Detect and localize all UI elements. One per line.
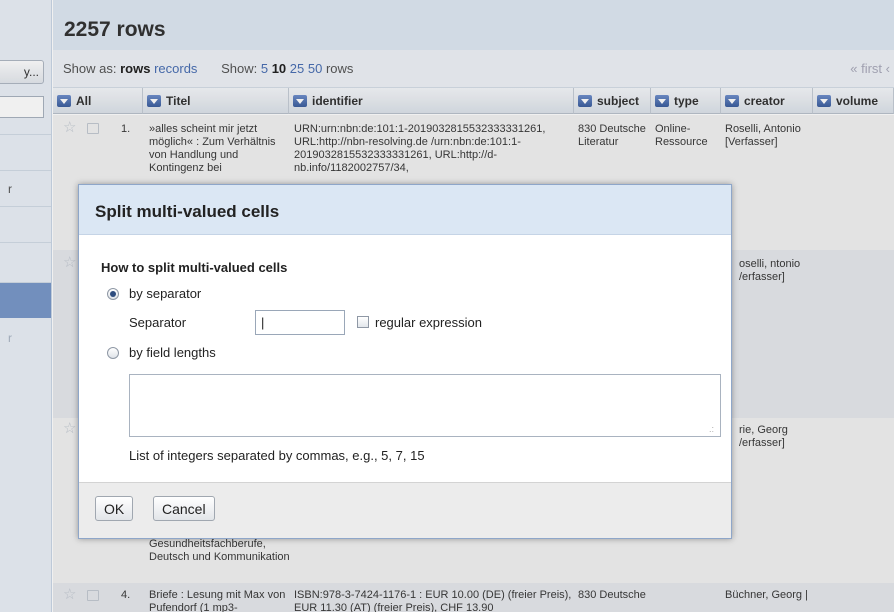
regex-checkbox[interactable]: [357, 316, 369, 328]
separator-label: Separator: [129, 315, 187, 330]
dialog-title: Split multi-valued cells: [79, 185, 731, 235]
by-separator-label: by separator: [129, 286, 202, 301]
cancel-button[interactable]: Cancel: [153, 496, 215, 521]
dialog-body: How to split multi-valued cells by separ…: [79, 236, 731, 482]
by-lengths-label: by field lengths: [129, 345, 216, 360]
split-cells-dialog: Split multi-valued cells How to split mu…: [78, 184, 732, 539]
separator-input[interactable]: [255, 310, 345, 335]
by-separator-radio[interactable]: [107, 288, 119, 300]
field-lengths-textarea[interactable]: [129, 374, 721, 437]
dialog-subtitle: How to split multi-valued cells: [101, 260, 288, 275]
lengths-hint: List of integers separated by commas, e.…: [129, 448, 425, 463]
ok-button[interactable]: OK: [95, 496, 134, 521]
dialog-footer: OK Cancel: [79, 482, 731, 538]
by-lengths-radio[interactable]: [107, 347, 119, 359]
regex-label: regular expression: [375, 315, 482, 330]
resize-grip-icon[interactable]: .:: [709, 424, 714, 434]
